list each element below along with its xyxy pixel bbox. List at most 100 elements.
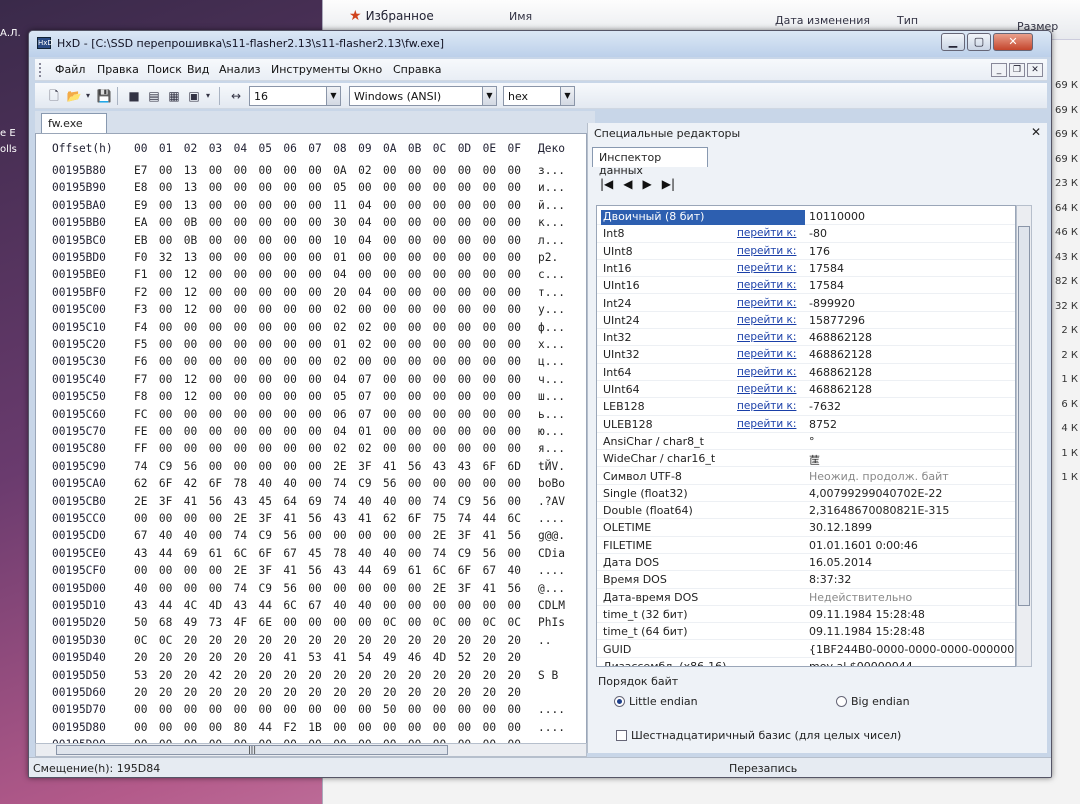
open-dropdown-icon[interactable]: ▾ — [83, 87, 93, 105]
hex-byte[interactable]: 4C — [184, 599, 197, 612]
hex-byte[interactable]: 00 — [358, 181, 371, 194]
hex-byte[interactable]: 05 — [333, 181, 346, 194]
hex-row[interactable]: 00195C90 74 C9 56 00 00 00 00 00 2E 3F 41 56 43 43 6F 6D… — [36, 458, 586, 475]
menu-item[interactable]: Справка — [393, 63, 441, 76]
hex-row[interactable]: 00195CD0 67 40 40 00 74 C9 56 00 00 00 00 00 2E 3F 41 56… — [36, 527, 586, 544]
hex-byte[interactable]: 00 — [134, 564, 147, 577]
hex-byte[interactable]: 3F — [458, 582, 471, 595]
inspector-value[interactable]: -80 — [809, 227, 827, 240]
hex-byte[interactable]: 20 — [308, 669, 321, 682]
hex-byte[interactable]: 00 — [234, 268, 247, 281]
desktop-icon-label[interactable]: е Е — [0, 128, 16, 139]
hex-byte[interactable]: 00 — [433, 338, 446, 351]
hex-byte[interactable]: 41 — [483, 582, 496, 595]
app-icon[interactable]: HxD — [37, 37, 53, 49]
hex-byte[interactable]: 00 — [134, 721, 147, 734]
hex-byte[interactable]: 00 — [408, 355, 421, 368]
hex-byte[interactable]: 00 — [283, 355, 296, 368]
hex-byte[interactable]: 00 — [433, 477, 446, 490]
hex-byte[interactable]: 00 — [308, 425, 321, 438]
hex-byte[interactable]: 00 — [259, 425, 272, 438]
hex-byte[interactable]: 20 — [259, 634, 272, 647]
hex-byte[interactable]: 00 — [209, 582, 222, 595]
decoded-text[interactable]: р2. — [538, 251, 558, 264]
goto-link[interactable]: перейти к: — [737, 262, 796, 274]
inspector-row[interactable]: Int8 перейти к: -80 — [597, 225, 1015, 243]
hex-byte[interactable]: 04 — [358, 234, 371, 247]
inspector-value[interactable]: Неожид. продолж. байт — [809, 470, 949, 483]
hex-byte[interactable]: 56 — [408, 460, 421, 473]
hex-byte[interactable]: 00 — [483, 442, 496, 455]
hex-byte[interactable]: 42 — [209, 669, 222, 682]
hex-byte[interactable]: 56 — [508, 582, 521, 595]
hex-byte[interactable]: 00 — [184, 425, 197, 438]
goto-link[interactable]: перейти к: — [737, 366, 796, 378]
hex-byte[interactable]: 00 — [458, 373, 471, 386]
hex-byte[interactable]: 00 — [234, 181, 247, 194]
hex-byte[interactable]: 00 — [333, 529, 346, 542]
hex-row[interactable]: 00195CB0 2E 3F 41 56 43 45 64 69 74 40 40 00 74 C9 56 00… — [36, 493, 586, 510]
hex-byte[interactable]: 43 — [134, 547, 147, 560]
hex-byte[interactable]: 00 — [483, 164, 496, 177]
inspector-value[interactable]: 468862128 — [809, 383, 872, 396]
hex-byte[interactable]: 13 — [184, 251, 197, 264]
hex-byte[interactable]: 00 — [283, 408, 296, 421]
decoded-text[interactable]: ш... — [538, 390, 565, 403]
hex-byte[interactable]: 00 — [483, 599, 496, 612]
hex-row[interactable]: 00195C80 FF 00 00 00 00 00 00 00 02 02 00 00 00 00 00 00… — [36, 440, 586, 457]
hex-byte[interactable]: 00 — [283, 251, 296, 264]
hex-byte[interactable]: 00 — [433, 303, 446, 316]
hex-byte[interactable]: 6E — [259, 616, 272, 629]
hex-byte[interactable]: 12 — [184, 390, 197, 403]
hex-byte[interactable]: 44 — [259, 721, 272, 734]
hex-byte[interactable]: 00 — [259, 181, 272, 194]
hex-byte[interactable]: 6F — [209, 477, 222, 490]
hex-byte[interactable]: 00 — [308, 268, 321, 281]
hex-byte[interactable]: 0A — [333, 164, 346, 177]
hex-byte[interactable]: 00 — [234, 199, 247, 212]
hex-byte[interactable]: 56 — [483, 495, 496, 508]
decoded-text[interactable]: х... — [538, 338, 565, 351]
hex-byte[interactable]: F7 — [134, 373, 147, 386]
inspector-row[interactable]: UInt16 перейти к: 17584 — [597, 277, 1015, 295]
hex-byte[interactable]: 00 — [508, 442, 521, 455]
hex-byte[interactable]: 00 — [408, 199, 421, 212]
hex-byte[interactable]: 07 — [358, 408, 371, 421]
chevron-down-icon[interactable]: ▼ — [560, 87, 574, 105]
hex-byte[interactable]: 6C — [508, 512, 521, 525]
inspector-value[interactable]: 09.11.1984 15:28:48 — [809, 625, 925, 638]
goto-link[interactable]: перейти к: — [737, 279, 796, 291]
inspector-value[interactable]: 4,00799299040702E-22 — [809, 487, 942, 500]
hex-byte[interactable]: 6F — [259, 547, 272, 560]
hex-byte[interactable]: 41 — [283, 651, 296, 664]
decoded-text[interactable]: CDLM — [538, 599, 565, 612]
hex-byte[interactable]: 3F — [458, 529, 471, 542]
hex-byte[interactable]: 6C — [234, 547, 247, 560]
hex-byte[interactable]: 6F — [408, 512, 421, 525]
hex-byte[interactable]: 00 — [433, 355, 446, 368]
hex-byte[interactable]: 44 — [159, 547, 172, 560]
inspector-value[interactable]: 468862128 — [809, 366, 872, 379]
open-file-icon[interactable]: 📂 — [65, 87, 83, 105]
hex-byte[interactable]: 00 — [483, 199, 496, 212]
hex-byte[interactable]: 3F — [358, 460, 371, 473]
hex-byte[interactable]: 20 — [184, 651, 197, 664]
hex-byte[interactable]: FE — [134, 425, 147, 438]
hex-byte[interactable]: 00 — [433, 703, 446, 716]
hex-byte[interactable]: 00 — [308, 216, 321, 229]
hex-byte[interactable]: 41 — [333, 651, 346, 664]
hex-byte[interactable]: 00 — [209, 164, 222, 177]
hex-row[interactable]: 00195BF0 F2 00 12 00 00 00 00 00 20 04 00 00 00 00 00 00… — [36, 284, 586, 301]
hex-row[interactable]: 00195D80 00 00 00 00 80 44 F2 1B 00 00 00 00 00 00 00 00… — [36, 719, 586, 736]
decoded-text[interactable]: с... — [538, 268, 565, 281]
hex-byte[interactable]: 40 — [383, 547, 396, 560]
hex-byte[interactable]: 00 — [508, 216, 521, 229]
hex-byte[interactable]: 20 — [234, 634, 247, 647]
hex-byte[interactable]: 6C — [433, 564, 446, 577]
hex-byte[interactable]: C9 — [458, 495, 471, 508]
hex-byte[interactable]: 00 — [184, 408, 197, 421]
hex-byte[interactable]: 0C — [508, 616, 521, 629]
hex-byte[interactable]: 00 — [458, 303, 471, 316]
hex-byte[interactable]: 20 — [358, 634, 371, 647]
hex-byte[interactable]: 69 — [184, 547, 197, 560]
